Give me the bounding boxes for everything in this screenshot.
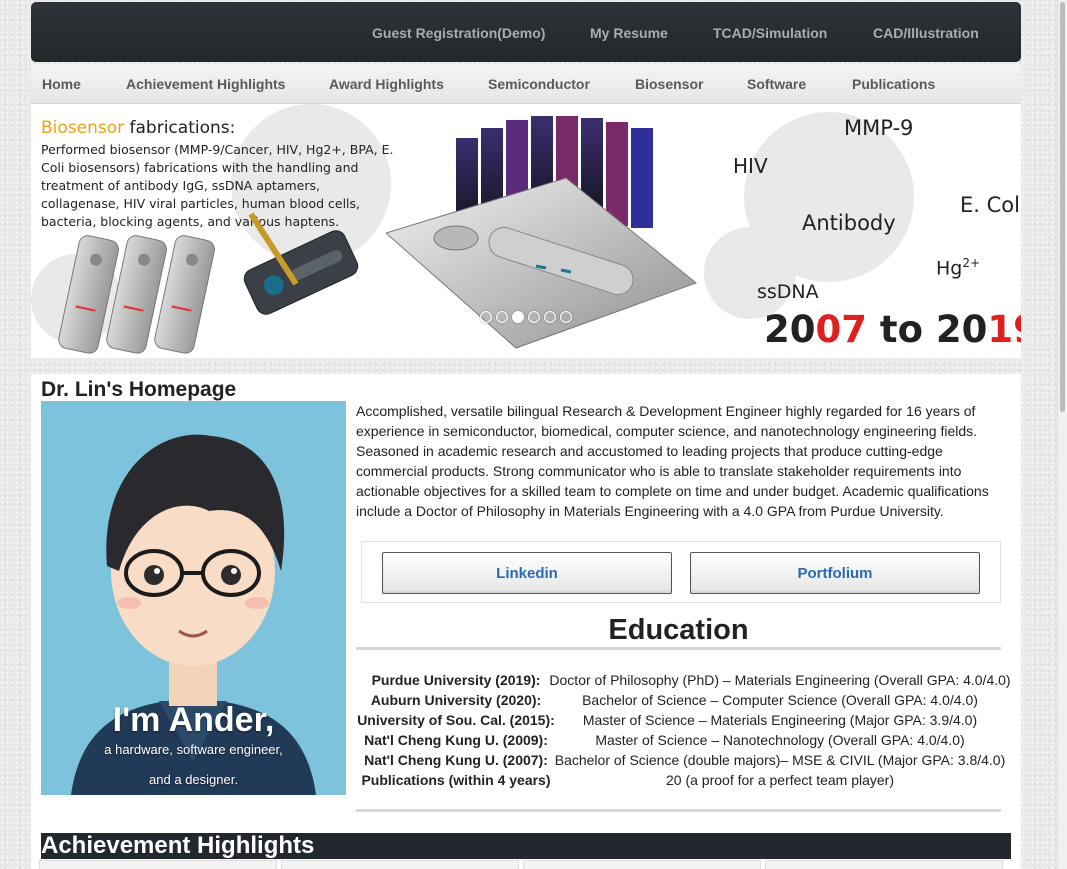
banner-tag-mmp9: MMP-9 [844, 116, 914, 140]
carousel-dot-5[interactable] [544, 311, 556, 323]
page-scrollbar[interactable] [1057, 0, 1067, 869]
subnav-publications[interactable]: Publications [852, 76, 935, 92]
education-degree: Bachelor of Science – Computer Science (… [582, 692, 978, 708]
education-school: Nat'l Cheng Kung U. (2007): [364, 752, 548, 768]
achievement-card[interactable] [39, 860, 277, 869]
portfolium-button[interactable]: Portfolium [690, 552, 980, 594]
nav-guest-registration[interactable]: Guest Registration(Demo) [372, 25, 545, 41]
education-row: Nat'l Cheng Kung U. (2009): Master of Sc… [356, 732, 1016, 752]
nav-tcad-simulation[interactable]: TCAD/Simulation [713, 25, 827, 41]
section-navbar: Home Achievement Highlights Award Highli… [31, 64, 1021, 104]
education-row: University of Sou. Cal. (2015): Master o… [356, 712, 1016, 732]
carousel-dot-1[interactable] [480, 311, 492, 323]
education-school: Purdue University (2019): [371, 672, 541, 688]
intro-line-1: a hardware, software engineer, [104, 742, 283, 757]
intro-line-2: and a designer. [149, 772, 238, 787]
achievement-heading: Achievement Highlights [41, 832, 315, 859]
divider [356, 809, 1001, 812]
main-content: Dr. Lin's Homepage I'm Ander, a hardware… [31, 374, 1021, 869]
top-navbar: Guest Registration(Demo) My Resume TCAD/… [31, 2, 1021, 62]
banner-tag-ecoli: E. Coli [960, 193, 1021, 217]
education-degree: Master of Science – Nanotechnology (Over… [595, 732, 965, 748]
education-degree: Master of Science – Materials Engineerin… [582, 712, 978, 728]
banner-tag-hg: Hg2+ [936, 256, 981, 280]
carousel-dot-6[interactable] [560, 311, 572, 323]
carousel-indicators [480, 311, 572, 323]
subnav-software[interactable]: Software [747, 76, 806, 92]
subnav-award-highlights[interactable]: Award Highlights [329, 76, 444, 92]
banner-tag-ssdna: ssDNA [757, 281, 819, 303]
achievement-section-header: Achievement Highlights [41, 833, 1011, 859]
education-school: Publications (within 4 years) [361, 772, 551, 788]
education-row: Purdue University (2019): Doctor of Phil… [356, 672, 1016, 692]
carousel-dot-4[interactable] [528, 311, 540, 323]
nav-cad-illustration[interactable]: CAD/Illustration [873, 25, 979, 41]
subnav-achievement-highlights[interactable]: Achievement Highlights [126, 76, 285, 92]
banner-tag-hiv: HIV [733, 154, 768, 178]
nav-my-resume[interactable]: My Resume [590, 25, 668, 41]
banner-years: 2007 to 2019 [764, 308, 1021, 351]
avatar-panel: I'm Ander, a hardware, software engineer… [41, 401, 346, 795]
banner-title: Biosensor fabrications: [41, 118, 236, 138]
page-title: Dr. Lin's Homepage [41, 378, 237, 401]
banner-tag-antibody: Antibody [802, 211, 896, 235]
achievement-card[interactable] [765, 860, 1003, 869]
education-row: Nat'l Cheng Kung U. (2007): Bachelor of … [356, 752, 1016, 772]
education-heading: Education [608, 614, 749, 646]
achievement-card[interactable] [523, 860, 761, 869]
subnav-biosensor[interactable]: Biosensor [635, 76, 703, 92]
profile-links: Linkedin Portfolium [361, 541, 1001, 603]
achievement-cards [39, 860, 1013, 869]
test-strip-illustration [58, 212, 359, 354]
education-degree: Doctor of Philosophy (PhD) – Materials E… [549, 672, 1011, 688]
divider [356, 647, 1001, 650]
education-row: Publications (within 4 years) 20 (a proo… [356, 772, 1016, 792]
carousel-dot-2[interactable] [496, 311, 508, 323]
education-row: Auburn University (2020): Bachelor of Sc… [356, 692, 1016, 712]
image-carousel[interactable]: Biosensor fabrications: Performed biosen… [31, 104, 1021, 358]
bio-paragraph: Accomplished, versatile bilingual Resear… [356, 403, 989, 519]
education-school: Nat'l Cheng Kung U. (2009): [364, 732, 548, 748]
education-school: Auburn University (2020): [370, 692, 542, 708]
education-school: University of Sou. Cal. (2015): [357, 712, 555, 728]
education-degree: 20 (a proof for a perfect team player) [666, 772, 894, 788]
carousel-dot-3[interactable] [512, 311, 524, 323]
decor-circle [704, 227, 796, 319]
linkedin-button[interactable]: Linkedin [382, 552, 672, 594]
subnav-home[interactable]: Home [42, 76, 81, 92]
achievement-card[interactable] [281, 860, 519, 869]
education-degree: Bachelor of Science (double majors)– MSE… [554, 752, 1006, 768]
intro-heading: I'm Ander, [112, 701, 275, 739]
subnav-semiconductor[interactable]: Semiconductor [488, 76, 590, 92]
scrollbar-thumb[interactable] [1060, 2, 1065, 412]
